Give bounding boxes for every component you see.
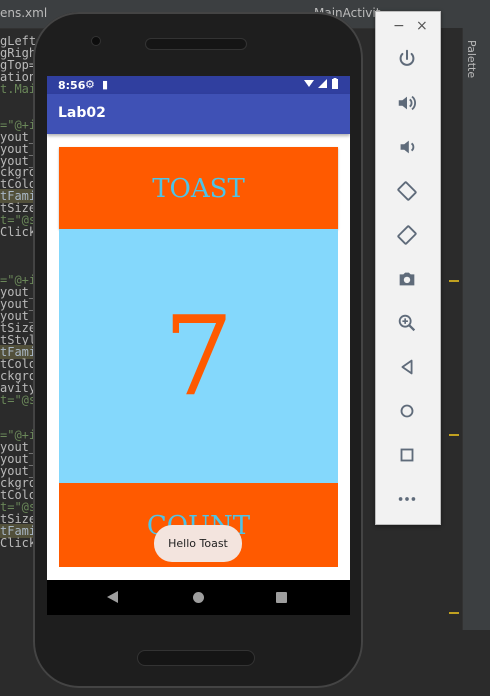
zoom-button[interactable] — [392, 308, 422, 338]
power-button[interactable] — [392, 44, 422, 74]
palette-side-panel[interactable] — [462, 28, 490, 696]
rotate-left-button[interactable] — [392, 176, 422, 206]
count-display: 7 — [59, 229, 338, 483]
back-icon — [401, 359, 413, 375]
front-camera — [91, 36, 101, 46]
wifi-icon — [304, 78, 314, 91]
back-button[interactable] — [392, 352, 422, 382]
close-button[interactable]: × — [416, 18, 428, 34]
minimize-button[interactable]: − — [393, 18, 405, 34]
power-icon — [399, 49, 415, 66]
screenshot-button[interactable] — [392, 264, 422, 294]
more-icon — [398, 497, 416, 501]
code-line: t="@s — [0, 392, 37, 407]
volume-down-icon — [400, 140, 415, 154]
status-time: 8:56 — [58, 79, 86, 92]
app-title: Lab02 — [58, 105, 106, 121]
camera-icon — [399, 272, 415, 286]
top-speaker — [145, 38, 247, 50]
rotate-left-icon — [397, 181, 417, 201]
volume-down-button[interactable] — [392, 132, 422, 162]
palette-label[interactable]: Palette — [465, 40, 478, 78]
count-value: 7 — [163, 292, 234, 420]
settings-icon: ⚙ — [85, 78, 95, 91]
nav-home-icon[interactable] — [193, 592, 204, 603]
warning-marker — [449, 612, 459, 614]
toast-message: Hello Toast — [154, 525, 242, 562]
home-icon — [400, 404, 414, 418]
more-button[interactable] — [392, 484, 422, 514]
home-button[interactable] — [392, 396, 422, 426]
nav-back-icon[interactable] — [107, 591, 118, 603]
toast-button-label: TOAST — [152, 174, 245, 204]
overview-button[interactable] — [392, 440, 422, 470]
zoom-icon — [398, 314, 416, 332]
navigation-bar — [47, 580, 350, 615]
ide-tab-layout-file[interactable]: ens.xml — [0, 6, 47, 20]
status-bar: 8:56 ⚙ ▮ — [47, 76, 350, 94]
battery-icon — [332, 78, 338, 92]
emulator-toolbar: − × — [375, 11, 441, 525]
overview-icon — [400, 448, 414, 462]
volume-up-icon — [398, 95, 416, 111]
rotate-right-button[interactable] — [392, 220, 422, 250]
bottom-speaker — [137, 650, 255, 666]
volume-up-button[interactable] — [392, 88, 422, 118]
app-bar: Lab02 — [47, 94, 350, 134]
warning-marker — [449, 434, 459, 436]
nav-recents-icon[interactable] — [276, 592, 287, 603]
signal-icon — [318, 78, 327, 91]
warning-marker — [449, 280, 459, 282]
rotate-right-icon — [397, 225, 417, 245]
toast-button[interactable]: TOAST — [59, 147, 338, 229]
device-screen: 8:56 ⚙ ▮ Lab02 TOAST 7 COUNT Hello Toast — [47, 76, 350, 615]
sd-card-icon: ▮ — [102, 78, 109, 91]
